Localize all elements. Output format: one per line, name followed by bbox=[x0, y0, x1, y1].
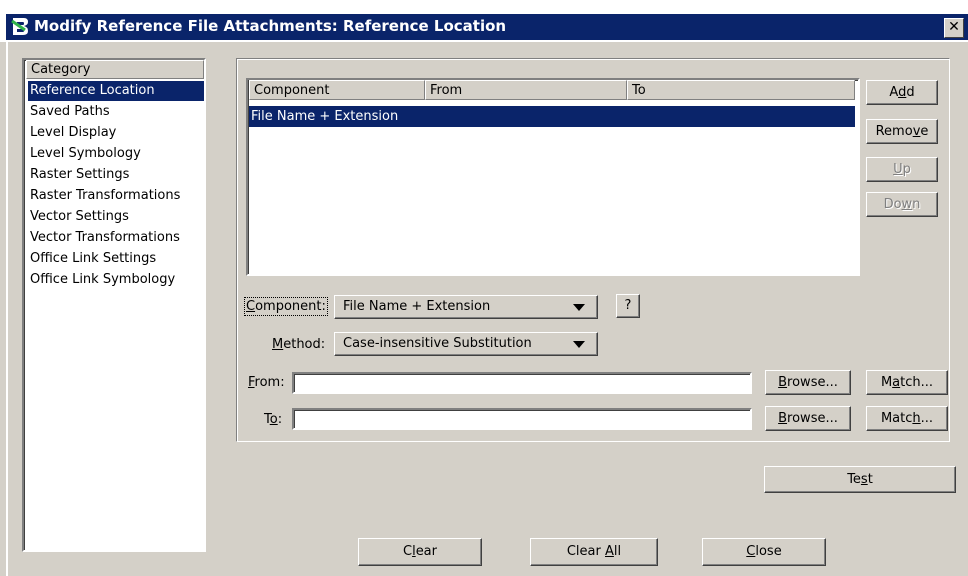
category-item-reference-location[interactable]: Reference Location bbox=[28, 81, 204, 101]
category-item-office-link-symbology[interactable]: Office Link Symbology bbox=[28, 270, 204, 290]
from-field[interactable] bbox=[292, 372, 752, 394]
close-button[interactable]: Close bbox=[702, 538, 826, 566]
remove-button[interactable]: Remove bbox=[866, 119, 938, 144]
method-label: Method: bbox=[272, 337, 326, 352]
clear-button[interactable]: Clear bbox=[358, 538, 482, 566]
from-label: From: bbox=[248, 375, 285, 390]
window-title: Modify Reference File Attachments: Refer… bbox=[34, 17, 507, 35]
component-dropdown[interactable]: File Name + Extension bbox=[334, 295, 598, 319]
down-button[interactable]: Down bbox=[866, 192, 938, 217]
method-dropdown[interactable]: Case-insensitive Substitution bbox=[334, 332, 598, 356]
browse-from-button[interactable]: Browse... bbox=[765, 370, 851, 395]
category-item-vector-settings[interactable]: Vector Settings bbox=[28, 207, 204, 227]
row-component-cell: File Name + Extension bbox=[251, 109, 399, 124]
category-item-office-link-settings[interactable]: Office Link Settings bbox=[28, 249, 204, 269]
match-to-button[interactable]: Match... bbox=[866, 406, 948, 431]
category-item-raster-transformations[interactable]: Raster Transformations bbox=[28, 186, 204, 206]
component-dropdown-value: File Name + Extension bbox=[343, 299, 491, 314]
category-item-saved-paths[interactable]: Saved Paths bbox=[28, 102, 204, 122]
chevron-down-icon bbox=[573, 341, 585, 348]
close-window-button[interactable]: ✕ bbox=[944, 18, 964, 38]
component-label: Component: bbox=[244, 297, 328, 316]
category-item-vector-transformations[interactable]: Vector Transformations bbox=[28, 228, 204, 248]
table-row[interactable]: File Name + Extension bbox=[249, 106, 855, 127]
column-header-component[interactable]: Component bbox=[249, 80, 425, 100]
clear-all-button[interactable]: Clear All bbox=[530, 538, 658, 566]
category-item-level-display[interactable]: Level Display bbox=[28, 123, 204, 143]
test-button[interactable]: Test bbox=[764, 466, 956, 493]
add-button[interactable]: Add bbox=[866, 80, 938, 105]
category-item-level-symbology[interactable]: Level Symbology bbox=[28, 144, 204, 164]
column-header-from[interactable]: From bbox=[425, 80, 627, 100]
to-field[interactable] bbox=[292, 408, 752, 430]
up-button[interactable]: Up bbox=[866, 157, 938, 182]
column-header-to[interactable]: To bbox=[627, 80, 855, 100]
to-label: To: bbox=[264, 412, 283, 427]
chevron-down-icon bbox=[573, 304, 585, 311]
browse-to-button[interactable]: Browse... bbox=[765, 406, 851, 431]
bentley-b-icon bbox=[11, 18, 28, 35]
match-from-button[interactable]: Match... bbox=[866, 370, 948, 395]
category-header: Category bbox=[26, 60, 204, 79]
help-button[interactable]: ? bbox=[616, 294, 640, 318]
category-item-raster-settings[interactable]: Raster Settings bbox=[28, 165, 204, 185]
method-dropdown-value: Case-insensitive Substitution bbox=[343, 336, 532, 351]
